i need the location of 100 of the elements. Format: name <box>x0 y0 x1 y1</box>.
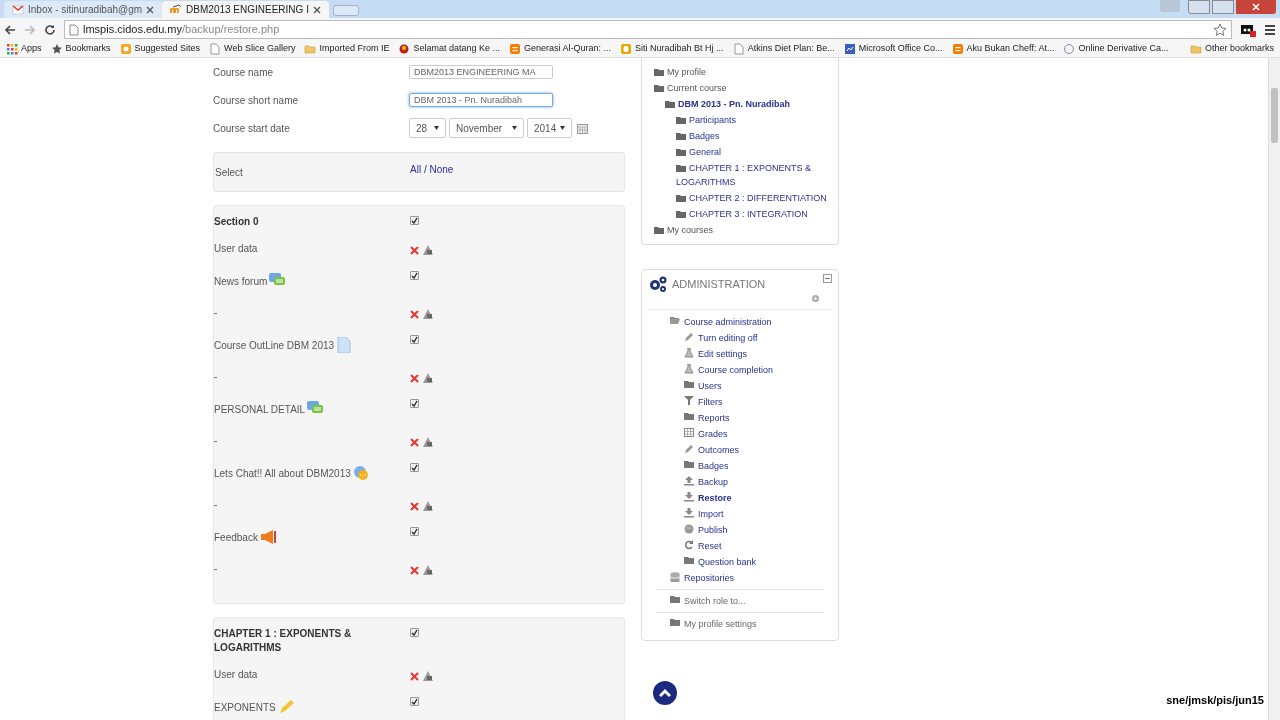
admin-link[interactable]: Import <box>684 509 724 519</box>
nav-link[interactable]: My courses <box>654 223 834 237</box>
separator-text: / <box>422 163 428 175</box>
dropdown[interactable]: 2014 <box>527 118 572 138</box>
bookmark-item[interactable]: Apps <box>6 42 42 56</box>
checkbox[interactable] <box>410 697 419 706</box>
page-icon <box>69 23 79 36</box>
folder-icon <box>684 380 694 390</box>
admin-link[interactable]: Outcomes <box>684 445 739 455</box>
admin-link[interactable]: Restore <box>684 493 732 503</box>
bookmark-item[interactable]: Aku Bukan Cheff: At... <box>951 42 1055 56</box>
checkbox[interactable] <box>410 335 419 344</box>
check-icon <box>411 400 418 407</box>
forward-icon <box>24 23 36 36</box>
bookmark-folder[interactable]: Other bookmarks <box>1189 42 1274 56</box>
admin-link[interactable]: Reset <box>684 541 722 551</box>
admin-link[interactable]: Reports <box>684 413 730 423</box>
row-label: User data <box>214 242 258 256</box>
admin-link[interactable]: Filters <box>684 397 723 407</box>
text-field[interactable]: DBM 2013 - Pn. Nuradibah <box>409 93 553 107</box>
lock-warning-icon <box>423 373 433 383</box>
nav-link[interactable]: My profile <box>654 65 834 79</box>
nav-link[interactable]: Current course <box>654 81 834 95</box>
nav-link[interactable]: Badges <box>676 129 834 143</box>
row-label: User data <box>214 668 258 682</box>
admin-link[interactable]: Switch role to... <box>670 596 746 606</box>
check-icon <box>411 464 418 471</box>
admin-link[interactable]: Course completion <box>684 365 774 375</box>
nav-link[interactable]: DBM 2013 - Pn. Nuradibah <box>665 97 834 111</box>
checkbox[interactable] <box>410 216 419 225</box>
dropdown[interactable]: November <box>449 118 524 138</box>
reset-icon <box>684 540 694 550</box>
admin-link[interactable]: Course administration <box>670 317 772 327</box>
close-button[interactable] <box>1236 0 1276 14</box>
maximize-button[interactable] <box>1212 0 1234 14</box>
nav-link[interactable]: CHAPTER 2 : DIFFERENTIATION <box>676 191 834 205</box>
checkbox[interactable] <box>410 527 419 536</box>
nav-link[interactable]: CHAPTER 1 : EXPONENTS & LOGARITHMS <box>676 161 834 189</box>
bookmark-item[interactable]: Online Derivative Ca... <box>1063 42 1169 56</box>
nav-link[interactable]: General <box>676 145 834 159</box>
folder-icon <box>670 316 680 326</box>
circle-icon <box>1063 43 1076 55</box>
admin-link[interactable]: Turn editing off <box>684 333 758 343</box>
checkbox[interactable] <box>410 463 419 472</box>
dropdown[interactable]: 28 <box>409 118 446 138</box>
lock-warning-icon <box>423 501 433 511</box>
admin-link[interactable]: Grades <box>684 429 728 439</box>
folder-icon <box>684 556 694 566</box>
admin-link[interactable]: My profile settings <box>670 619 757 629</box>
admin-link[interactable]: Publish <box>684 525 728 535</box>
database-icon <box>670 572 680 582</box>
browser-tab[interactable]: Inbox - sitinuradibah@gm <box>4 1 163 18</box>
check-icon <box>411 629 418 636</box>
scrollbar[interactable] <box>1268 58 1280 720</box>
check-icon <box>411 336 418 343</box>
nav-link[interactable]: CHAPTER 3 : INTEGRATION <box>676 207 834 221</box>
checkbox[interactable] <box>410 271 419 280</box>
url-text: lmspis.cidos.edu.my/backup/restore.php <box>83 22 280 38</box>
check-icon <box>411 528 418 535</box>
minimize-button[interactable] <box>1188 0 1210 14</box>
admin-link[interactable]: Badges <box>684 461 729 471</box>
row-label: - <box>214 562 218 576</box>
admin-link[interactable]: Edit settings <box>684 349 748 359</box>
bug-icon <box>398 43 411 55</box>
admin-link[interactable]: Question bank <box>684 557 757 567</box>
caret-icon <box>434 126 439 130</box>
admin-link[interactable]: Users <box>684 381 722 391</box>
all-link[interactable]: All <box>410 163 422 175</box>
bookmark-item[interactable]: Generasi Al-Quran: ... <box>509 42 612 56</box>
admin-link[interactable]: Backup <box>684 477 729 487</box>
scroll-thumb[interactable] <box>1271 88 1278 143</box>
text-field[interactable]: DBM2013 ENGINEERING MA <box>409 65 553 79</box>
bookmark-item[interactable]: Bookmarks <box>50 42 111 56</box>
folder-icon <box>1189 43 1202 55</box>
folder-icon <box>654 226 664 234</box>
chat-icon <box>352 465 369 481</box>
cross-icon <box>410 309 419 319</box>
none-link[interactable]: None <box>429 163 454 175</box>
address-field[interactable]: lmspis.cidos.edu.my/backup/restore.php <box>64 20 1232 39</box>
bookmark-item[interactable]: Imported From IE <box>304 42 390 56</box>
browser-tab[interactable]: DBM2013 ENGINEERING I <box>162 1 329 18</box>
menu-icon <box>1264 23 1276 36</box>
nav-link[interactable]: Participants <box>676 113 834 127</box>
bookmark-item[interactable]: Selamat datang Ke ... <box>398 42 501 56</box>
lock-warning-icon <box>423 565 433 575</box>
bookmark-item[interactable]: Suggested Sites <box>119 42 201 56</box>
scroll-top-button[interactable] <box>653 681 677 705</box>
document-icon <box>336 337 353 353</box>
bookmark-item[interactable]: Microsoft Office Co... <box>843 42 943 56</box>
star-icon <box>50 43 63 55</box>
checkbox[interactable] <box>410 399 419 408</box>
bookmark-item[interactable]: Web Slice Gallery <box>209 42 296 56</box>
pencil-icon <box>277 699 294 715</box>
close-icon <box>312 5 321 14</box>
row-label: - <box>214 498 218 512</box>
bookmark-item[interactable]: Siti Nuradibah Bt Hj ... <box>620 42 724 56</box>
extension-icon <box>1240 22 1256 37</box>
admin-link[interactable]: Repositories <box>670 573 735 583</box>
checkbox[interactable] <box>410 628 419 637</box>
bookmark-item[interactable]: Atkins Diet Plan: Be... <box>732 42 835 56</box>
